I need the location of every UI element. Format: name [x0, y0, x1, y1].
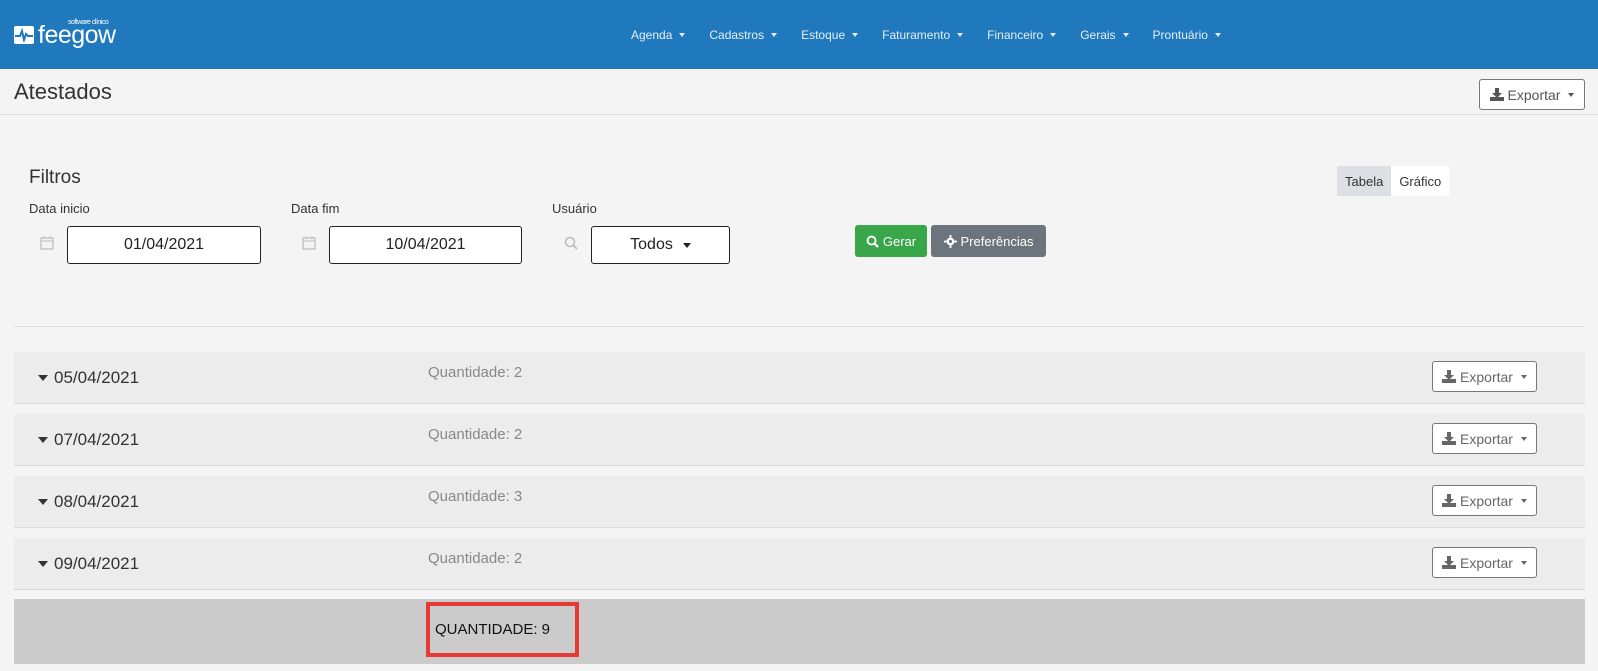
total-row: QUANTIDADE: 9	[14, 599, 1585, 664]
nav-item-estoque[interactable]: Estoque	[801, 28, 859, 42]
export-button[interactable]: Exportar	[1479, 79, 1585, 110]
export-button[interactable]: Exportar	[1432, 423, 1537, 454]
filters-heading: Filtros	[29, 167, 81, 188]
caret-down-icon	[771, 32, 778, 37]
group-toggle[interactable]: 07/04/2021	[38, 414, 139, 466]
nav-item-cadastros[interactable]: Cadastros	[709, 28, 778, 42]
tab-tabela[interactable]: Tabela	[1337, 166, 1392, 196]
download-icon	[1442, 370, 1457, 383]
top-navbar: feegow software clínico Agenda Cadastros…	[0, 0, 1598, 69]
usuario-select[interactable]: Todos	[591, 226, 730, 264]
total-quantity: QUANTIDADE: 9	[426, 602, 579, 657]
caret-down-icon	[682, 242, 691, 248]
group-quantity: Quantidade: 2	[428, 364, 523, 381]
export-button-label: Exportar	[1460, 368, 1513, 385]
header-divider	[0, 114, 1598, 115]
nav-item-prontuario[interactable]: Prontuário	[1153, 28, 1221, 42]
caret-down-icon	[38, 499, 48, 505]
caret-down-icon	[38, 437, 48, 443]
group-date: 05/04/2021	[54, 368, 140, 387]
download-icon	[1442, 494, 1457, 507]
search-icon	[564, 236, 580, 252]
caret-down-icon	[957, 32, 964, 37]
export-button[interactable]: Exportar	[1432, 485, 1537, 516]
nav-item-agenda[interactable]: Agenda	[631, 28, 686, 42]
caret-down-icon	[679, 32, 686, 37]
download-icon	[1442, 432, 1457, 445]
filters-divider	[14, 326, 1585, 327]
export-button[interactable]: Exportar	[1432, 361, 1537, 392]
nav-item-faturamento[interactable]: Faturamento	[882, 28, 964, 42]
download-icon	[1442, 556, 1457, 569]
data-fim-input[interactable]: 10/04/2021	[329, 226, 522, 264]
export-button-label: Exportar	[1460, 492, 1513, 509]
caret-down-icon	[1520, 374, 1527, 379]
view-toggle: Tabela Gráfico	[1337, 166, 1450, 196]
data-fim-label: Data fim	[291, 201, 340, 216]
preferencias-button[interactable]: Preferências	[931, 225, 1046, 257]
group-quantity: Quantidade: 2	[428, 550, 523, 567]
group-row: 05/04/2021 Quantidade: 2 Exportar	[14, 352, 1585, 404]
nav-item-gerais[interactable]: Gerais	[1080, 28, 1129, 42]
feegow-logo[interactable]: feegow software clínico	[14, 18, 116, 48]
group-date: 09/04/2021	[54, 554, 140, 573]
tab-grafico[interactable]: Gráfico	[1391, 166, 1450, 196]
usuario-select-value: Todos	[630, 236, 673, 253]
caret-down-icon	[852, 32, 859, 37]
caret-down-icon	[1520, 498, 1527, 503]
caret-down-icon	[1568, 92, 1575, 97]
group-toggle[interactable]: 08/04/2021	[38, 476, 139, 528]
caret-down-icon	[1520, 560, 1527, 565]
group-row: 09/04/2021 Quantidade: 2 Exportar	[14, 538, 1585, 590]
group-row: 08/04/2021 Quantidade: 3 Exportar	[14, 476, 1585, 528]
logo-heartbeat-icon	[14, 26, 34, 44]
export-button-label: Exportar	[1507, 86, 1561, 103]
caret-down-icon	[1122, 32, 1129, 37]
export-button-label: Exportar	[1460, 430, 1513, 447]
gear-icon	[943, 234, 957, 248]
search-icon	[866, 235, 879, 248]
preferencias-button-label: Preferências	[960, 233, 1034, 249]
group-quantity: Quantidade: 2	[428, 426, 523, 443]
logo-subtitle: software clínico	[68, 19, 109, 26]
main-nav: Agenda Cadastros Estoque Faturamento Fin…	[631, 0, 1245, 69]
calendar-icon	[302, 236, 318, 252]
caret-down-icon	[1520, 436, 1527, 441]
nav-item-financeiro[interactable]: Financeiro	[987, 28, 1057, 42]
group-date: 08/04/2021	[54, 492, 140, 511]
page-title: Atestados	[14, 79, 112, 104]
group-row: 07/04/2021 Quantidade: 2 Exportar	[14, 414, 1585, 466]
gerar-button[interactable]: Gerar	[855, 225, 927, 257]
usuario-label: Usuário	[552, 201, 597, 216]
calendar-icon	[40, 236, 56, 252]
caret-down-icon	[38, 561, 48, 567]
group-date: 07/04/2021	[54, 430, 140, 449]
group-toggle[interactable]: 05/04/2021	[38, 352, 139, 404]
data-inicio-input[interactable]: 01/04/2021	[67, 226, 261, 264]
data-inicio-label: Data inicio	[29, 201, 90, 216]
caret-down-icon	[1050, 32, 1057, 37]
download-icon	[1489, 88, 1504, 101]
group-quantity: Quantidade: 3	[428, 488, 523, 505]
gerar-button-label: Gerar	[882, 233, 917, 249]
logo-text: feegow software clínico	[38, 19, 116, 49]
export-button-label: Exportar	[1460, 554, 1513, 571]
caret-down-icon	[38, 375, 48, 381]
caret-down-icon	[1214, 32, 1221, 37]
export-button[interactable]: Exportar	[1432, 547, 1537, 578]
group-toggle[interactable]: 09/04/2021	[38, 538, 139, 590]
